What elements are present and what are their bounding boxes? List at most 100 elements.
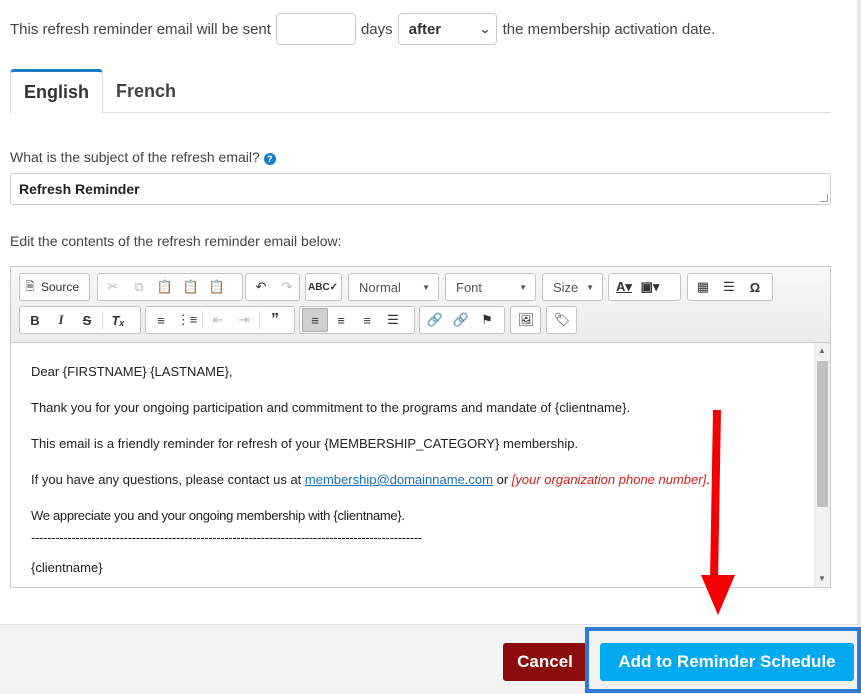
size-value: Size: [553, 279, 579, 295]
remove-format-icon[interactable]: Tₓ: [105, 308, 131, 332]
email-body-editor[interactable]: Dear {FIRSTNAME} {LASTNAME}, Thank you f…: [11, 343, 815, 587]
alignment-group: ≡ ≡ ≡ ☰: [299, 306, 415, 334]
italic-icon[interactable]: I: [48, 308, 74, 332]
background-color-icon[interactable]: ▣▾: [637, 275, 663, 299]
undo-icon[interactable]: ↶: [248, 275, 274, 299]
toolbar-divider: [259, 311, 260, 329]
image-icon: 🖼: [517, 312, 535, 327]
text-color-icon[interactable]: A▾: [611, 275, 637, 299]
bulleted-list-icon[interactable]: ⋮≡: [174, 308, 200, 332]
spellcheck-button[interactable]: ABC✓: [305, 273, 342, 301]
format-value: Normal: [359, 279, 401, 295]
toolbar-divider: [102, 311, 103, 329]
align-left-icon[interactable]: ≡: [302, 308, 328, 332]
editor-toolbar: 🗎 Source ✂ ⧉ 📋 📋 📋 ↶ ↷ ABC✓ Normal ▼ Fon…: [11, 267, 830, 343]
toolbar-divider: [202, 311, 203, 329]
tab-english[interactable]: English: [10, 69, 104, 114]
placeholder-tag-button[interactable]: 🏷: [546, 306, 577, 334]
numbered-list-icon[interactable]: ≡: [148, 308, 174, 332]
subject-input[interactable]: Refresh Reminder: [10, 173, 831, 205]
insert-group: ▦ ☰ Ω: [687, 273, 773, 301]
contact-phone-placeholder: [your organization phone number]: [511, 472, 707, 487]
anchor-flag-icon[interactable]: ⚑: [474, 308, 500, 332]
days-label: days: [360, 20, 393, 38]
cut-icon[interactable]: ✂: [100, 275, 126, 299]
blockquote-icon[interactable]: ”: [262, 308, 288, 332]
chevron-down-icon: ▼: [519, 282, 527, 292]
strikethrough-icon[interactable]: S: [74, 308, 100, 332]
redo-icon[interactable]: ↷: [274, 275, 300, 299]
source-icon: 🗎: [25, 280, 35, 293]
table-icon[interactable]: ▦: [690, 275, 716, 299]
chevron-down-icon: ⌄: [478, 22, 492, 36]
special-character-icon[interactable]: Ω: [742, 275, 768, 299]
annotation-arrow-head: [701, 575, 735, 615]
format-dropdown[interactable]: Normal ▼: [348, 273, 439, 301]
font-dropdown[interactable]: Font ▼: [445, 273, 536, 301]
schedule-row: This refresh reminder email will be sent…: [10, 13, 715, 45]
scrollbar-thumb[interactable]: [817, 361, 828, 507]
tag-icon: 🏷: [553, 312, 571, 327]
editor-scrollbar[interactable]: ▲ ▼: [814, 343, 830, 587]
scroll-up-icon[interactable]: ▲: [814, 343, 830, 359]
subject-value: Refresh Reminder: [19, 181, 140, 197]
appreciate-line: We appreciate you and your ongoing membe…: [31, 508, 405, 523]
modal-footer: Cancel Add to Reminder Schedule: [0, 624, 861, 694]
increase-indent-icon[interactable]: ⇥: [231, 308, 257, 332]
size-dropdown[interactable]: Size ▼: [542, 273, 603, 301]
unlink-icon[interactable]: 🔗: [448, 308, 474, 332]
align-center-icon[interactable]: ≡: [328, 308, 354, 332]
highlight-frame: Add to Reminder Schedule: [585, 627, 861, 693]
clipboard-group: ✂ ⧉ 📋 📋 📋: [97, 273, 243, 301]
justify-icon[interactable]: ☰: [380, 308, 406, 332]
color-group: A▾ ▣▾: [608, 273, 681, 301]
chevron-down-icon: ▼: [422, 282, 430, 292]
thanks-line: Thank you for your ongoing participation…: [31, 400, 631, 415]
schedule-suffix: the membership activation date.: [502, 20, 716, 38]
contact-end: .: [706, 472, 710, 487]
align-right-icon[interactable]: ≡: [354, 308, 380, 332]
source-button[interactable]: 🗎 Source: [19, 273, 90, 301]
scroll-down-icon[interactable]: ▼: [814, 571, 830, 587]
tab-french[interactable]: French: [103, 69, 189, 113]
image-button[interactable]: 🖼: [510, 306, 541, 334]
bold-icon[interactable]: B: [22, 308, 48, 332]
days-input[interactable]: [275, 13, 356, 45]
resize-grip-icon[interactable]: [820, 194, 828, 202]
add-to-reminder-schedule-button[interactable]: Add to Reminder Schedule: [600, 643, 854, 681]
paste-icon[interactable]: 📋: [152, 275, 178, 299]
contact-email-link[interactable]: membership@domainname.com: [305, 472, 493, 487]
subject-label-row: What is the subject of the refresh email…: [10, 149, 276, 165]
reminder-line: This email is a friendly reminder for re…: [31, 436, 579, 451]
paste-text-icon[interactable]: 📋: [178, 275, 204, 299]
chevron-down-icon: ▼: [586, 282, 594, 292]
source-label: Source: [41, 280, 80, 294]
decrease-indent-icon[interactable]: ⇤: [205, 308, 231, 332]
spellcheck-icon: ABC✓: [308, 281, 339, 293]
greeting-line: Dear {FIRSTNAME} {LASTNAME},: [31, 364, 233, 379]
paste-word-icon[interactable]: 📋: [204, 275, 230, 299]
basic-style-group: B I S Tₓ: [19, 306, 141, 334]
horizontal-line-icon[interactable]: ☰: [716, 275, 742, 299]
help-icon[interactable]: ?: [263, 153, 276, 165]
schedule-prefix: This refresh reminder email will be sent: [10, 20, 271, 38]
cancel-button[interactable]: Cancel: [503, 643, 587, 681]
signature-line: {clientname}: [31, 560, 103, 575]
contact-prefix: If you have any questions, please contac…: [31, 472, 302, 487]
divider-line: ----------------------------------------…: [31, 530, 422, 545]
timing-select-value: after: [408, 20, 442, 38]
rich-text-editor: 🗎 Source ✂ ⧉ 📋 📋 📋 ↶ ↷ ABC✓ Normal ▼ Fon…: [10, 266, 831, 588]
link-group: 🔗 🔗 ⚑: [419, 306, 505, 334]
body-label: Edit the contents of the refresh reminde…: [10, 233, 342, 249]
subject-label: What is the subject of the refresh email…: [10, 149, 260, 165]
history-group: ↶ ↷: [245, 273, 300, 301]
timing-select[interactable]: after ⌄: [397, 13, 497, 45]
font-value: Font: [456, 279, 483, 295]
contact-or: or: [496, 472, 509, 487]
paragraph-group: ≡ ⋮≡ ⇤ ⇥ ”: [145, 306, 295, 334]
page-scroll-edge: [857, 0, 861, 624]
copy-icon[interactable]: ⧉: [126, 275, 152, 299]
link-icon[interactable]: 🔗: [422, 308, 448, 332]
language-tabs: English French: [10, 69, 831, 114]
contact-line: If you have any questions, please contac…: [31, 473, 795, 487]
